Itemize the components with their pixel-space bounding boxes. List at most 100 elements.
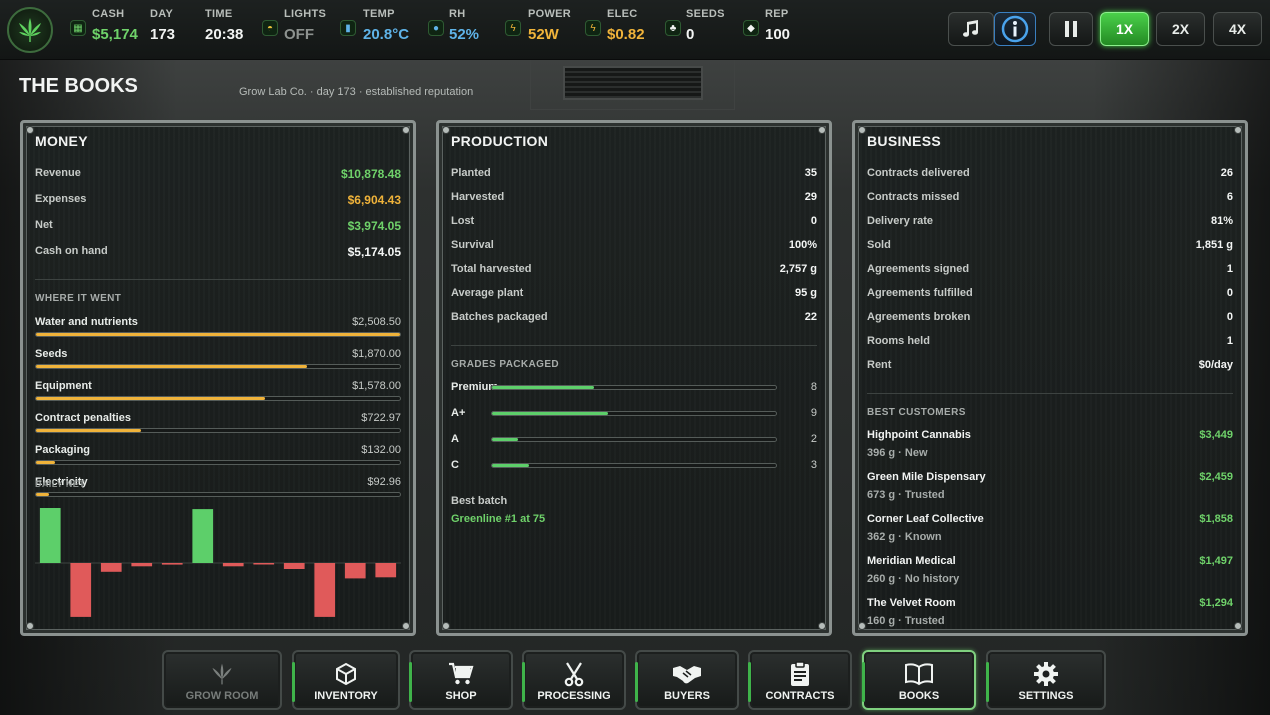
panel-rivet xyxy=(26,622,34,630)
pause-icon xyxy=(1065,21,1077,37)
daily-net-bar xyxy=(222,563,244,567)
stat-value: OFF xyxy=(284,26,314,43)
cannabis-leaf-icon xyxy=(164,660,280,688)
customer-detail: 362 g · Known xyxy=(867,531,942,543)
ceiling-vent xyxy=(563,66,703,100)
panel-rivet xyxy=(442,126,450,134)
daily-net-bar xyxy=(314,563,336,617)
nav-settings-button[interactable]: SETTINGS xyxy=(986,650,1106,710)
nav-label: BUYERS xyxy=(664,690,710,702)
stat-row: Cash on hand $5,174.05 xyxy=(35,245,401,259)
daily-net-bar xyxy=(375,563,397,578)
expense-bar xyxy=(35,396,401,401)
stat-label: LIGHTS xyxy=(284,8,327,20)
nav-label: BOOKS xyxy=(898,690,940,702)
bolt-icon: ϟ xyxy=(505,20,521,36)
panel-rivet xyxy=(858,126,866,134)
stat-value: 100 xyxy=(765,26,791,43)
speed-4x-button[interactable]: 4X xyxy=(1213,12,1262,46)
stat-value: 20:38 xyxy=(205,26,244,43)
customer-row[interactable]: Green Mile Dispensary $2,459 xyxy=(867,471,1233,487)
expense-row: Equipment $1,578.00 xyxy=(35,380,401,392)
nav-label: CONTRACTS xyxy=(765,690,835,702)
speed-1x-button[interactable]: 1X xyxy=(1100,12,1149,46)
music-button[interactable] xyxy=(948,12,994,46)
stat-row: Net $3,974.05 xyxy=(35,219,401,233)
expense-row: Seeds $1,870.00 xyxy=(35,348,401,360)
expense-bar xyxy=(35,428,401,433)
nav-inventory-button[interactable]: INVENTORY xyxy=(292,650,400,710)
panel-rivet xyxy=(818,622,826,630)
stat-label: TIME xyxy=(205,8,233,20)
bolt-icon: ϟ xyxy=(585,20,601,36)
nav-label: GROW ROOM xyxy=(185,690,259,702)
grades-packaged-heading: GRADES PACKAGED xyxy=(451,359,560,370)
expense-bar xyxy=(35,332,401,337)
stat-label: RH xyxy=(449,8,466,20)
stat-label: TEMP xyxy=(363,8,395,20)
gear-icon xyxy=(988,660,1104,688)
daily-net-heading: DAILY NET xyxy=(35,479,86,489)
expense-row: Contract penalties $722.97 xyxy=(35,412,401,424)
nav-processing-button[interactable]: PROCESSING xyxy=(522,650,626,710)
expense-row: Water and nutrients $2,508.50 xyxy=(35,316,401,328)
stat-value: 0 xyxy=(686,26,695,43)
nav-buyers-button[interactable]: BUYERS xyxy=(635,650,739,710)
grade-bar xyxy=(491,411,777,416)
stat-label: SEEDS xyxy=(686,8,725,20)
customer-row[interactable]: Corner Leaf Collective $1,858 xyxy=(867,513,1233,529)
cannabis-leaf-icon xyxy=(19,18,41,42)
money-panel-title: MONEY xyxy=(35,133,88,149)
shield-icon: ◆ xyxy=(743,20,759,36)
customer-detail: 160 g · Trusted xyxy=(867,615,945,627)
nav-contracts-button[interactable]: CONTRACTS xyxy=(748,650,852,710)
panel-rivet xyxy=(402,622,410,630)
daily-net-bar xyxy=(192,509,214,563)
stat-row: Batches packaged 22 xyxy=(451,311,817,323)
customer-row[interactable]: Meridian Medical $1,497 xyxy=(867,555,1233,571)
speed-2x-button[interactable]: 2X xyxy=(1156,12,1205,46)
daily-net-bar xyxy=(161,563,183,565)
bulb-icon: ◓ xyxy=(262,20,278,36)
top-status-bar: ▦ CASH $5,174 DAY 173 TIME 20:38 ◓ LIGHTS OFF ▮ TEM… xyxy=(0,0,1270,60)
expense-bar xyxy=(35,364,401,369)
nav-books-button[interactable]: BOOKS xyxy=(862,650,976,710)
pause-button[interactable] xyxy=(1049,12,1093,46)
divider xyxy=(451,345,817,346)
panel-rivet xyxy=(402,126,410,134)
info-icon xyxy=(1001,15,1029,43)
nav-label: PROCESSING xyxy=(537,690,611,702)
best-batch-value: Greenline #1 at 75 xyxy=(451,513,546,525)
panel-rivet xyxy=(858,622,866,630)
nav-shop-button[interactable]: SHOP xyxy=(409,650,513,710)
stat-label: CASH xyxy=(92,8,125,20)
expense-bar xyxy=(35,460,401,465)
stat-row: Lost 0 xyxy=(451,215,817,227)
customer-detail: 396 g · New xyxy=(867,447,928,459)
stat-row: Expenses $6,904.43 xyxy=(35,193,401,207)
nav-grow-room-button[interactable]: GROW ROOM xyxy=(162,650,282,710)
page-title: THE BOOKS xyxy=(19,75,138,97)
app-logo[interactable] xyxy=(7,7,53,53)
stat-label: DAY xyxy=(150,8,174,20)
customer-row[interactable]: The Velvet Room $1,294 xyxy=(867,597,1233,613)
where-it-went-heading: WHERE IT WENT xyxy=(35,293,122,304)
daily-net-bar xyxy=(131,563,153,567)
info-button[interactable] xyxy=(994,12,1036,46)
nav-label: SETTINGS xyxy=(1018,690,1074,702)
stat-label: REP xyxy=(765,8,789,20)
cash-icon: ▦ xyxy=(70,20,86,36)
panel-rivet xyxy=(818,126,826,134)
cart-icon xyxy=(411,660,511,688)
customer-row[interactable]: Highpoint Cannabis $3,449 xyxy=(867,429,1233,445)
leaf-icon: ♣ xyxy=(665,20,681,36)
stat-value: 52% xyxy=(449,26,480,43)
clipboard-icon xyxy=(750,660,850,688)
nav-label: INVENTORY xyxy=(314,690,378,702)
panel-rivet xyxy=(1234,126,1242,134)
daily-net-bar xyxy=(39,508,61,563)
stat-row: Revenue $10,878.48 xyxy=(35,167,401,181)
daily-net-bar xyxy=(70,563,92,617)
stat-row: Planted 35 xyxy=(451,167,817,179)
customer-detail: 673 g · Trusted xyxy=(867,489,945,501)
